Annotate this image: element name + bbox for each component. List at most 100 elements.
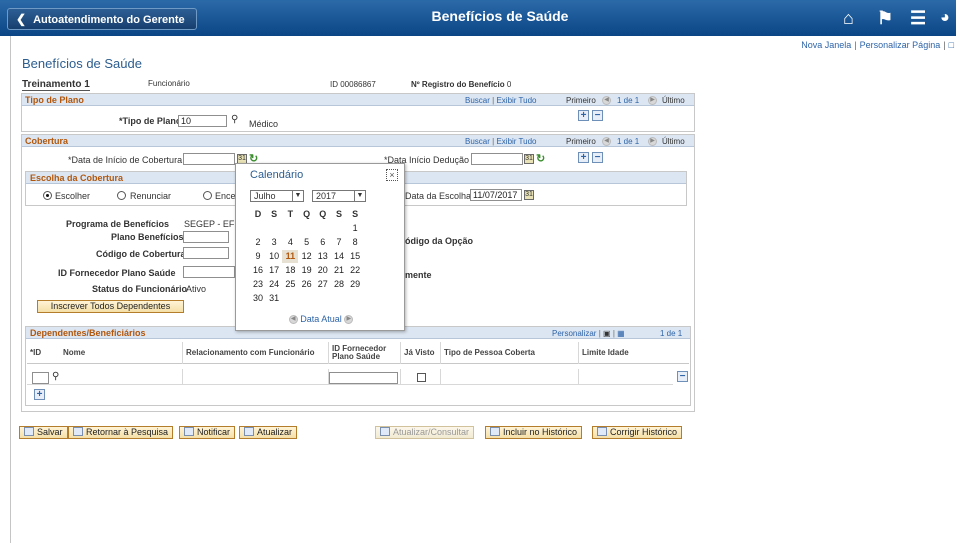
coverage-choice-title: Escolha da Cobertura bbox=[30, 173, 124, 183]
next-arrow-icon[interactable]: ▶ bbox=[648, 137, 657, 146]
notify-button[interactable]: Notificar bbox=[179, 426, 236, 439]
coverage-show-all-link[interactable]: Exibir Tudo bbox=[496, 137, 536, 146]
calendar-day[interactable]: 21 bbox=[331, 264, 347, 277]
add-row-button[interactable]: + bbox=[34, 389, 45, 400]
calendar-day[interactable]: 30 bbox=[250, 292, 266, 305]
coverage-code-input[interactable] bbox=[183, 247, 229, 259]
save-button[interactable]: Salvar bbox=[19, 426, 68, 439]
calendar-day[interactable]: 26 bbox=[299, 278, 315, 291]
col-relationship: Relacionamento com Funcionário bbox=[182, 342, 328, 364]
menu-icon[interactable]: ☰ bbox=[910, 8, 926, 28]
calendar-day[interactable]: 1 bbox=[347, 222, 363, 235]
dependent-id-input[interactable] bbox=[32, 372, 49, 384]
coverage-search-link[interactable]: Buscar bbox=[465, 137, 490, 146]
already-seen-checkbox[interactable] bbox=[417, 373, 426, 382]
calendar-day[interactable]: 14 bbox=[331, 250, 347, 263]
prev-arrow-icon[interactable]: ◀ bbox=[288, 315, 298, 325]
calendar-day[interactable]: 13 bbox=[315, 250, 331, 263]
month-select[interactable]: Julho ▼ bbox=[250, 190, 304, 202]
table-row bbox=[27, 369, 182, 385]
download-icon[interactable]: ▦ bbox=[617, 329, 625, 338]
coverage-start-input[interactable] bbox=[183, 153, 235, 165]
personalize-page-link[interactable]: Personalizar Página bbox=[860, 40, 941, 50]
next-arrow-icon[interactable]: ▶ bbox=[648, 96, 657, 105]
calendar-day[interactable]: 7 bbox=[331, 236, 347, 249]
prev-arrow-icon[interactable]: ◀ bbox=[602, 96, 611, 105]
year-select[interactable]: 2017 ▼ bbox=[312, 190, 366, 202]
delete-row-button[interactable]: − bbox=[592, 152, 603, 163]
calendar-day[interactable]: 31 bbox=[266, 292, 282, 305]
calendar-day[interactable]: 8 bbox=[347, 236, 363, 249]
calendar-day[interactable]: 29 bbox=[347, 278, 363, 291]
calendar-day[interactable]: 16 bbox=[250, 264, 266, 277]
refresh-button[interactable]: Atualizar bbox=[239, 426, 298, 439]
page-title: Benefícios de Saúde bbox=[22, 56, 142, 71]
calendar-day[interactable]: 17 bbox=[266, 264, 282, 277]
update-view-button[interactable]: Atualizar/Consultar bbox=[375, 426, 475, 439]
plan-input[interactable] bbox=[183, 231, 229, 243]
provider-id-input[interactable] bbox=[329, 372, 398, 384]
close-icon[interactable]: × bbox=[386, 169, 398, 181]
include-history-button[interactable]: Incluir no Histórico bbox=[485, 426, 583, 439]
search-icon[interactable]: ⚲ bbox=[231, 114, 238, 126]
personalize-link[interactable]: Personalizar bbox=[552, 329, 596, 338]
decline-radio[interactable] bbox=[117, 191, 126, 200]
calendar-day[interactable]: 28 bbox=[331, 278, 347, 291]
delete-row-button[interactable]: − bbox=[592, 110, 603, 121]
navbar-icon[interactable]: ◕ bbox=[940, 8, 950, 28]
calendar-icon[interactable]: 31 bbox=[524, 190, 534, 200]
calendar-icon[interactable]: 31 bbox=[524, 154, 534, 164]
calendar-day[interactable]: 9 bbox=[250, 250, 266, 263]
update-view-icon bbox=[380, 427, 390, 436]
calendar-day[interactable]: 15 bbox=[347, 250, 363, 263]
plan-type-input[interactable]: 10 bbox=[178, 115, 227, 127]
calendar-day[interactable]: 11 bbox=[282, 250, 299, 263]
refresh-icon[interactable]: ↻ bbox=[536, 153, 545, 165]
plan-type-search-link[interactable]: Buscar bbox=[465, 96, 490, 105]
home-icon[interactable]: ⌂ bbox=[843, 8, 854, 28]
registration-display: Nº Registro do Benefício 0 bbox=[411, 80, 511, 89]
help-icon[interactable]: □ bbox=[949, 40, 954, 50]
deduction-start-input[interactable] bbox=[471, 153, 523, 165]
calendar-day[interactable]: 27 bbox=[315, 278, 331, 291]
calendar-day[interactable]: 22 bbox=[347, 264, 363, 277]
provider-input[interactable] bbox=[183, 266, 235, 278]
calendar-day[interactable]: 5 bbox=[299, 236, 315, 249]
prev-arrow-icon[interactable]: ◀ bbox=[602, 137, 611, 146]
back-button-label: Autoatendimento do Gerente bbox=[33, 14, 185, 26]
calendar-day[interactable]: 25 bbox=[282, 278, 298, 291]
col-age-limit: Limite Idade bbox=[578, 342, 673, 364]
next-arrow-icon[interactable]: ▶ bbox=[344, 315, 354, 325]
calendar-day[interactable]: 2 bbox=[250, 236, 266, 249]
plan-type-show-all-link[interactable]: Exibir Tudo bbox=[496, 96, 536, 105]
current-date-link[interactable]: Data Atual bbox=[300, 314, 342, 324]
end-radio[interactable] bbox=[203, 191, 212, 200]
flag-icon[interactable]: ⚑ bbox=[877, 8, 893, 28]
calendar-day[interactable]: 4 bbox=[282, 236, 298, 249]
choose-radio[interactable] bbox=[43, 191, 52, 200]
new-window-link[interactable]: Nova Janela bbox=[801, 40, 851, 50]
col-provider-id: ID Fornecedor Plano Saúde bbox=[328, 342, 400, 364]
calendar-day[interactable]: 19 bbox=[299, 264, 315, 277]
choice-date-input[interactable]: 11/07/2017 bbox=[470, 189, 522, 201]
add-row-button[interactable]: + bbox=[578, 110, 589, 121]
correct-history-button[interactable]: Corrigir Histórico bbox=[592, 426, 683, 439]
chevron-left-icon: ❮ bbox=[16, 12, 27, 26]
delete-row-button[interactable]: − bbox=[677, 371, 688, 382]
weekday-header: Q bbox=[319, 209, 327, 219]
return-to-search-button[interactable]: Retornar à Pesquisa bbox=[68, 426, 174, 439]
calendar-day[interactable]: 3 bbox=[266, 236, 282, 249]
back-button[interactable]: ❮ Autoatendimento do Gerente bbox=[7, 8, 197, 30]
calendar-day[interactable]: 24 bbox=[266, 278, 282, 291]
employee-role: Funcionário bbox=[148, 79, 190, 88]
calendar-day[interactable]: 23 bbox=[250, 278, 266, 291]
calendar-day[interactable]: 20 bbox=[315, 264, 331, 277]
enroll-all-dependents-button[interactable]: Inscrever Todos Dependentes bbox=[37, 300, 184, 313]
calendar-day[interactable]: 12 bbox=[299, 250, 315, 263]
search-icon[interactable]: ⚲ bbox=[52, 371, 59, 383]
add-row-button[interactable]: + bbox=[578, 152, 589, 163]
grid-view-icon[interactable]: ▣ bbox=[603, 329, 611, 338]
calendar-day[interactable]: 6 bbox=[315, 236, 331, 249]
calendar-day[interactable]: 18 bbox=[282, 264, 298, 277]
calendar-day[interactable]: 10 bbox=[266, 250, 282, 263]
